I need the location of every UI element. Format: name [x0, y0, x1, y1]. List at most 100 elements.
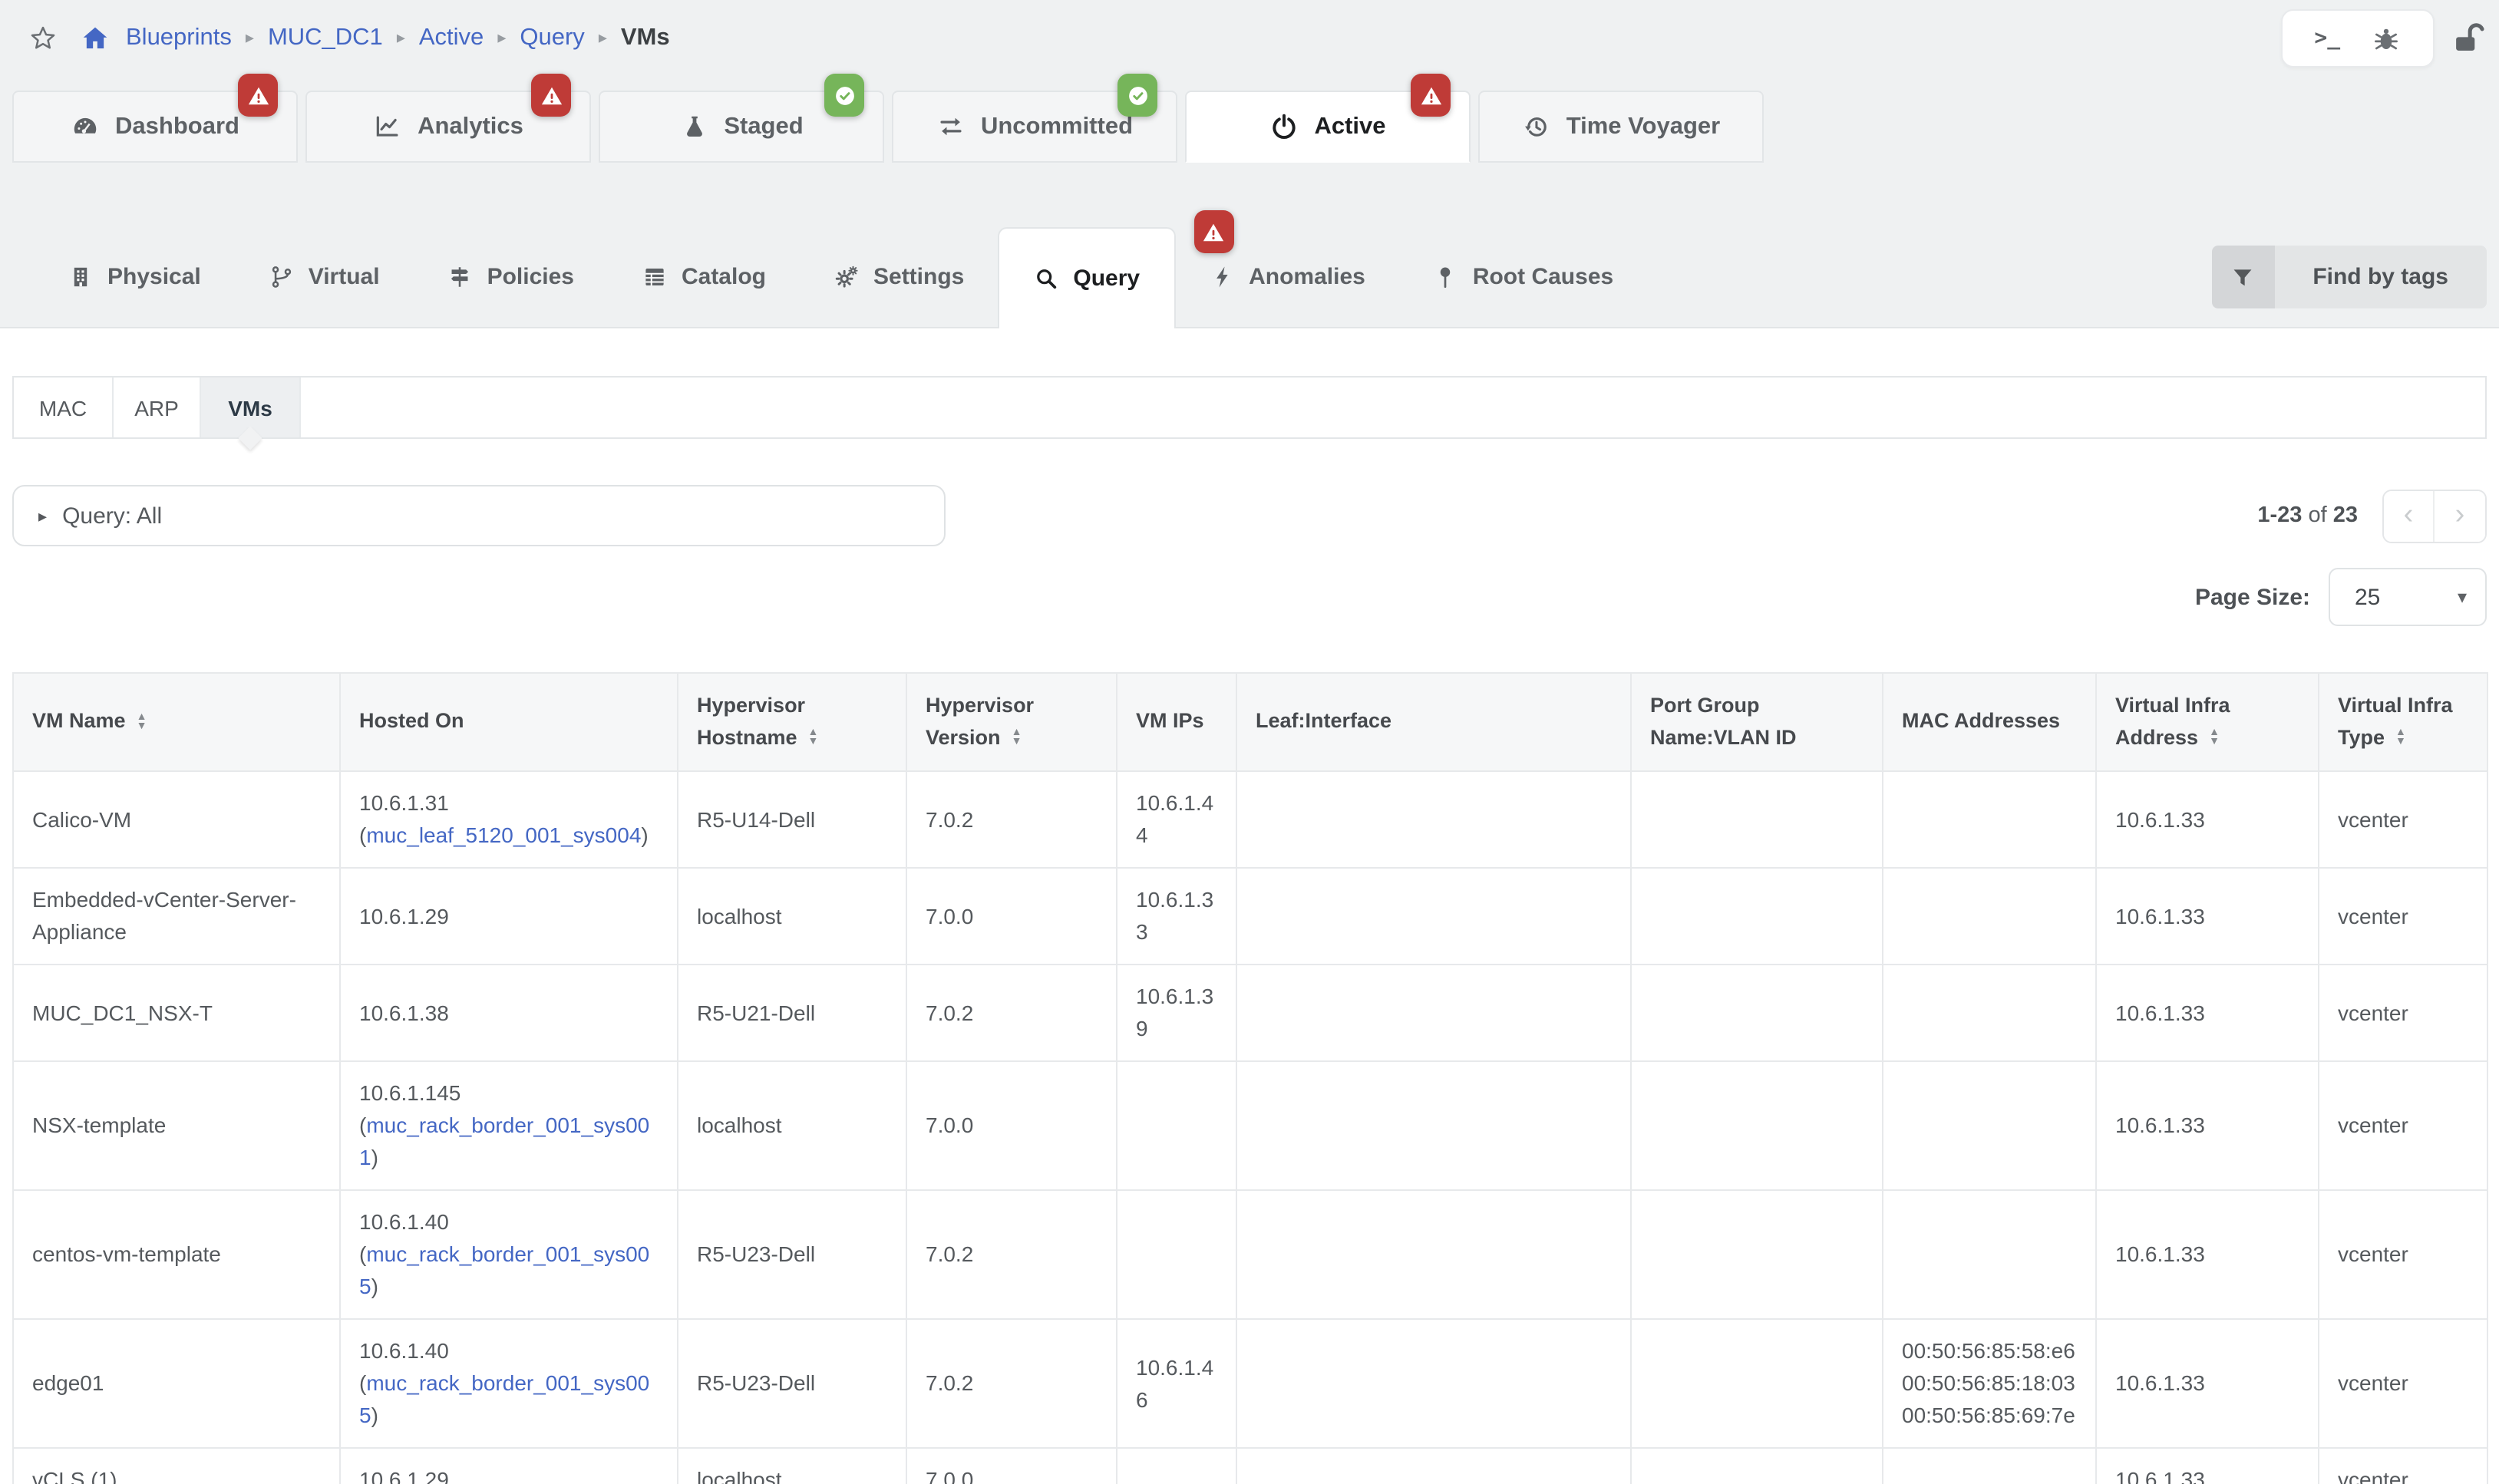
- virtual_infra_address-value: 10.6.1.33: [2115, 1242, 2205, 1266]
- query-type-tabs: MACARPVMs: [12, 376, 2487, 439]
- breadcrumb-link-active[interactable]: Active: [419, 25, 484, 51]
- tab-settings[interactable]: Settings: [800, 227, 998, 327]
- hosted-on-link-line: (muc_rack_border_001_sys005): [359, 1367, 659, 1432]
- leaf_interface-cell: [1236, 1190, 1631, 1319]
- next-page-button[interactable]: ›: [2435, 490, 2485, 541]
- mac_addresses-cell: [1883, 965, 2096, 1061]
- hosted-on-ip: 10.6.1.29: [359, 900, 659, 932]
- pagination-buttons: ‹ ›: [2382, 489, 2487, 542]
- prev-page-button[interactable]: ‹: [2384, 490, 2435, 541]
- tab-label: Root Causes: [1473, 264, 1613, 290]
- query-tab-mac[interactable]: MAC: [14, 378, 114, 437]
- tab-query[interactable]: Query: [998, 227, 1175, 328]
- column-header-hypervisor_version[interactable]: Hypervisor Version▲▼: [906, 673, 1117, 771]
- hypervisor_hostname-value: localhost: [697, 1113, 782, 1137]
- bug-icon[interactable]: [2372, 24, 2402, 53]
- system-link[interactable]: muc_rack_border_001_sys005: [359, 1242, 649, 1298]
- leaf_interface-cell: [1236, 1061, 1631, 1190]
- leaf_interface-cell: [1236, 771, 1631, 868]
- chevron-left-icon: ‹: [2404, 499, 2414, 533]
- virtual_infra_address-cell: 10.6.1.33: [2096, 771, 2319, 868]
- tab-label: Analytics: [418, 113, 523, 140]
- table-row: NSX-template10.6.1.145(muc_rack_border_0…: [13, 1061, 2487, 1190]
- column-label: VM IPs: [1136, 710, 1204, 733]
- policies-icon: [447, 264, 474, 290]
- tab-analytics[interactable]: Analytics: [305, 91, 591, 163]
- column-header-hypervisor_hostname[interactable]: Hypervisor Hostname▲▼: [678, 673, 906, 771]
- mac_addresses-cell: [1883, 1061, 2096, 1190]
- page-size-select[interactable]: 25 ▾: [2329, 568, 2487, 626]
- hypervisor_hostname-cell: R5-U23-Dell: [678, 1319, 906, 1448]
- vm_name-value: MUC_DC1_NSX-T: [32, 1000, 213, 1024]
- port_group-cell: [1631, 1319, 1883, 1448]
- tab-anomalies[interactable]: Anomalies: [1175, 227, 1399, 327]
- column-header-virtual_infra_type[interactable]: Virtual Infra Type▲▼: [2319, 673, 2487, 771]
- virtual_infra_type-value: vcenter: [2338, 1113, 2408, 1137]
- hosted-on-ip: 10.6.1.145: [359, 1077, 659, 1110]
- tab-root-causes[interactable]: Root Causes: [1399, 227, 1647, 327]
- tab-uncommitted[interactable]: Uncommitted: [892, 91, 1177, 163]
- tab-dashboard[interactable]: Dashboard: [12, 91, 298, 163]
- find-by-tags-button[interactable]: Find by tags: [2211, 246, 2487, 308]
- home-icon[interactable]: [80, 23, 111, 54]
- column-header-vm_name[interactable]: VM Name▲▼: [13, 673, 340, 771]
- console-toolbar: >_: [2281, 9, 2435, 68]
- table-row: centos-vm-template10.6.1.40(muc_rack_bor…: [13, 1190, 2487, 1319]
- hosted-on-ip: 10.6.1.38: [359, 997, 659, 1029]
- tab-time-voyager[interactable]: Time Voyager: [1478, 91, 1764, 163]
- hosted_on-cell: 10.6.1.29: [340, 1448, 678, 1484]
- hypervisor_hostname-value: localhost: [697, 903, 782, 928]
- vm_name-cell: Calico-VM: [13, 771, 340, 868]
- tab-staged[interactable]: Staged: [599, 91, 884, 163]
- tab-active[interactable]: Active: [1185, 91, 1471, 163]
- table-row: MUC_DC1_NSX-T10.6.1.38R5-U21-Dell7.0.210…: [13, 965, 2487, 1061]
- hypervisor_version-value: 7.0.2: [926, 806, 973, 831]
- breadcrumb-link-query[interactable]: Query: [520, 25, 584, 51]
- tab-policies[interactable]: Policies: [414, 227, 608, 327]
- vm_name-cell: vCLS (1): [13, 1448, 340, 1484]
- system-link[interactable]: muc_rack_border_001_sys005: [359, 1370, 649, 1427]
- vm_name-value: edge01: [32, 1370, 104, 1395]
- column-header-virtual_infra_address[interactable]: Virtual Infra Address▲▼: [2096, 673, 2319, 771]
- unlock-icon[interactable]: [2451, 21, 2487, 57]
- tab-catalog[interactable]: Catalog: [608, 227, 800, 327]
- breadcrumb-link-muc-dc1[interactable]: MUC_DC1: [268, 25, 383, 51]
- query-tab-vms[interactable]: VMs: [201, 378, 301, 437]
- mac-address: 00:50:56:85:58:e6: [1902, 1335, 2077, 1367]
- breadcrumb-current: VMs: [621, 25, 670, 52]
- page-size-value: 25: [2355, 584, 2380, 610]
- vm_name-cell: edge01: [13, 1319, 340, 1448]
- page-size-row: Page Size: 25 ▾: [12, 568, 2487, 626]
- tab-physical[interactable]: Physical: [34, 227, 235, 327]
- query-tab-arp[interactable]: ARP: [114, 378, 201, 437]
- column-label: VM Name: [32, 710, 126, 733]
- leaf_interface-cell: [1236, 1448, 1631, 1484]
- virtual_infra_type-cell: vcenter: [2319, 1448, 2487, 1484]
- port_group-cell: [1631, 1448, 1883, 1484]
- table-row: vCLS (1)10.6.1.29localhost7.0.010.6.1.33…: [13, 1448, 2487, 1484]
- vm_ips-cell: 10.6.1.33: [1117, 868, 1236, 965]
- virtual_infra_type-cell: vcenter: [2319, 1319, 2487, 1448]
- hosted-on-ip: 10.6.1.29: [359, 1464, 659, 1484]
- header-row: VM Name▲▼Hosted OnHypervisor Hostname▲▼H…: [13, 673, 2487, 771]
- breadcrumb-link-blueprints[interactable]: Blueprints: [126, 25, 232, 51]
- hosted-on-link-line: (muc_leaf_5120_001_sys004): [359, 819, 659, 852]
- blueprint-tabs: PhysicalVirtualPoliciesCatalogSettingsQu…: [0, 227, 2499, 327]
- hypervisor_hostname-cell: R5-U23-Dell: [678, 1190, 906, 1319]
- hypervisor_version-cell: 7.0.0: [906, 1448, 1117, 1484]
- favorite-star-icon[interactable]: [28, 23, 58, 54]
- query-all-expander[interactable]: ▸ Query: All: [12, 485, 946, 546]
- root-causes-icon: [1433, 264, 1459, 290]
- tab-label: Time Voyager: [1566, 113, 1720, 140]
- system-link[interactable]: muc_leaf_5120_001_sys004: [366, 823, 641, 847]
- tab-virtual[interactable]: Virtual: [235, 227, 414, 327]
- system-link[interactable]: muc_rack_border_001_sys001: [359, 1113, 649, 1169]
- terminal-icon[interactable]: >_: [2314, 26, 2340, 51]
- hypervisor_hostname-value: R5-U23-Dell: [697, 1242, 815, 1266]
- hypervisor_hostname-value: R5-U21-Dell: [697, 1000, 815, 1024]
- virtual_infra_address-value: 10.6.1.33: [2115, 1467, 2205, 1484]
- hosted-on-link-line: (muc_rack_border_001_sys005): [359, 1238, 659, 1303]
- mac_addresses-cell: [1883, 1190, 2096, 1319]
- hypervisor_version-cell: 7.0.0: [906, 1061, 1117, 1190]
- virtual_infra_address-value: 10.6.1.33: [2115, 806, 2205, 831]
